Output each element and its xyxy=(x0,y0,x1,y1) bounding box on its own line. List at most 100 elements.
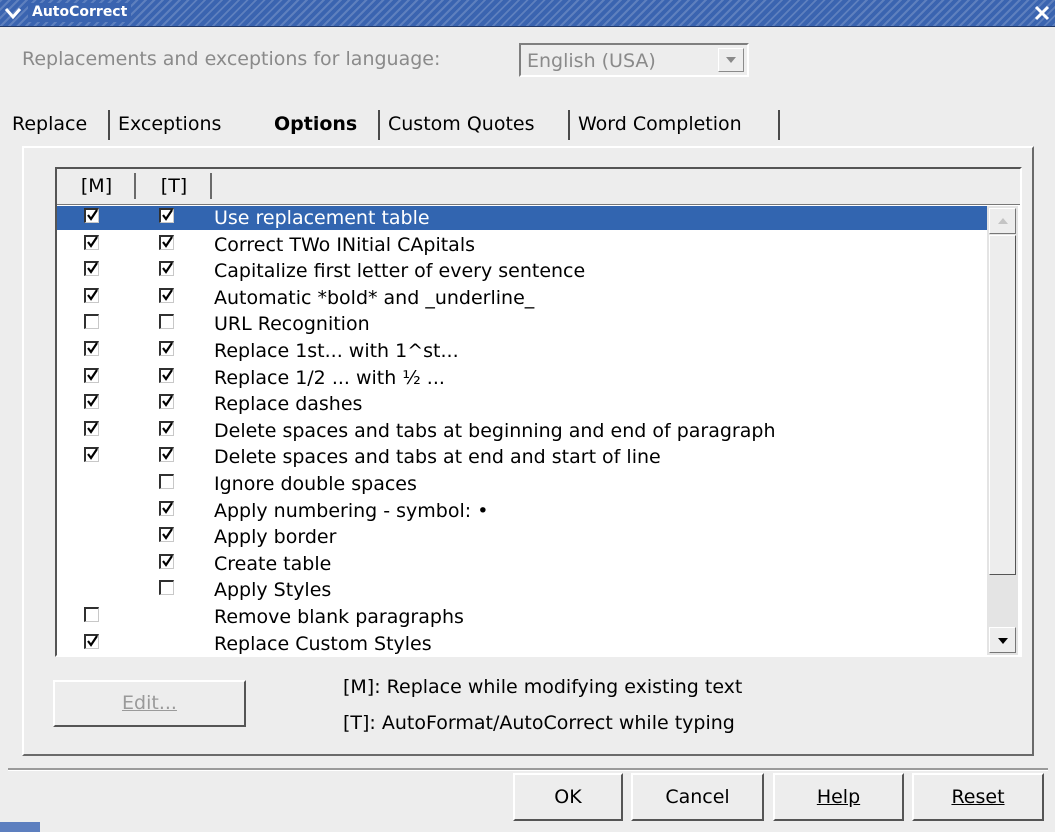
checkbox-modify[interactable] xyxy=(84,367,99,383)
checkbox-typing[interactable] xyxy=(159,500,174,516)
scroll-up-button[interactable] xyxy=(989,208,1016,234)
checkbox-typing[interactable] xyxy=(159,341,174,356)
check-icon xyxy=(87,448,98,461)
list-item-label: Delete spaces and tabs at end and start … xyxy=(214,446,661,469)
list-item[interactable]: Apply numbering - symbol: • xyxy=(57,499,987,525)
checkbox-modify[interactable] xyxy=(84,287,99,303)
checkbox-modify[interactable] xyxy=(84,607,99,622)
tab-exceptions[interactable]: Exceptions xyxy=(110,104,266,146)
checkbox-typing[interactable] xyxy=(159,474,174,489)
check-icon xyxy=(87,422,98,434)
list-item[interactable]: Remove blank paragraphs xyxy=(57,605,987,631)
list-item-label: Apply numbering - symbol: • xyxy=(214,499,489,522)
list-item-label: Capitalize first letter of every sentenc… xyxy=(214,260,586,283)
check-icon xyxy=(162,448,173,461)
list-item-label: Remove blank paragraphs xyxy=(214,606,464,628)
title-bar[interactable]: AutoCorrect xyxy=(0,0,1055,27)
check-icon xyxy=(87,368,98,381)
check-icon xyxy=(162,395,173,408)
list-item-label: Apply border xyxy=(214,526,337,549)
list-item[interactable]: Apply Styles xyxy=(57,578,987,604)
language-select[interactable]: English (USA) xyxy=(519,43,749,77)
checkbox-typing[interactable] xyxy=(159,234,174,250)
list-item[interactable]: Replace 1st... with 1^st... xyxy=(57,339,987,365)
checkbox-typing[interactable] xyxy=(159,394,174,410)
list-item-label: Delete spaces and tabs at beginning and … xyxy=(214,419,776,442)
check-icon xyxy=(87,209,98,221)
list-item[interactable]: Correct TWo INitial CApitals xyxy=(57,233,987,259)
list-item-label: Replace dashes xyxy=(214,393,363,416)
list-item[interactable]: Replace 1/2 ... with ½ ... xyxy=(57,366,987,392)
checkbox-modify[interactable] xyxy=(84,447,99,463)
window-title: AutoCorrect xyxy=(28,3,132,22)
chevron-down-icon[interactable] xyxy=(4,4,22,22)
ok-button[interactable]: OK xyxy=(513,773,623,821)
column-header-m[interactable]: [M] xyxy=(59,173,136,199)
list-item[interactable]: Ignore double spaces xyxy=(57,472,987,498)
list-item[interactable]: Capitalize first letter of every sentenc… xyxy=(57,259,987,285)
options-list[interactable]: [M] [T] Use replacement table Correct TWo… xyxy=(55,167,1022,657)
tab-replace[interactable]: Replace xyxy=(4,104,110,146)
check-icon xyxy=(87,395,98,408)
checkbox-modify[interactable] xyxy=(84,208,99,223)
tab-options[interactable]: Options xyxy=(266,104,380,146)
checkbox-modify[interactable] xyxy=(84,314,99,330)
list-item[interactable]: Create table xyxy=(57,552,987,578)
list-item[interactable]: Apply border xyxy=(57,525,987,551)
footer-divider xyxy=(8,768,1048,771)
cancel-button[interactable]: Cancel xyxy=(631,773,764,821)
list-item[interactable]: Use replacement table xyxy=(57,206,987,232)
list-item[interactable]: Delete spaces and tabs at beginning and … xyxy=(57,419,987,445)
checkbox-modify[interactable] xyxy=(84,633,99,649)
check-icon xyxy=(162,555,173,567)
checkbox-modify[interactable] xyxy=(84,420,99,436)
checkbox-typing[interactable] xyxy=(159,367,174,383)
chevron-down-icon[interactable] xyxy=(718,48,744,72)
list-item-label: Automatic *bold* and _underline_ xyxy=(214,286,535,309)
checkbox-typing[interactable] xyxy=(159,580,174,596)
language-value: English (USA) xyxy=(527,50,656,72)
list-item-label: Replace 1/2 ... with ½ ... xyxy=(214,366,445,389)
help-button[interactable]: Help xyxy=(773,773,904,821)
check-icon xyxy=(87,235,98,248)
checkbox-typing[interactable] xyxy=(159,287,174,303)
list-item-label: Ignore double spaces xyxy=(214,473,417,495)
checkbox-typing[interactable] xyxy=(159,447,174,463)
list-item-label: Apply Styles xyxy=(214,579,332,602)
checkbox-modify[interactable] xyxy=(84,261,99,277)
checkbox-typing[interactable] xyxy=(159,314,174,330)
check-icon xyxy=(87,342,98,354)
desktop-edge xyxy=(0,822,1055,832)
check-icon xyxy=(162,235,173,248)
check-icon xyxy=(87,262,98,275)
checkbox-typing[interactable] xyxy=(159,208,174,223)
checkbox-typing[interactable] xyxy=(159,420,174,436)
tab-custom-quotes[interactable]: Custom Quotes xyxy=(380,104,570,146)
checkbox-modify[interactable] xyxy=(84,394,99,410)
checkbox-typing[interactable] xyxy=(159,261,174,277)
list-item[interactable]: Replace dashes xyxy=(57,392,987,418)
list-item-label: Correct TWo INitial CApitals xyxy=(214,233,475,256)
check-icon xyxy=(87,289,98,301)
vertical-scrollbar[interactable] xyxy=(987,206,1018,655)
list-item[interactable]: Replace Custom Styles xyxy=(57,632,987,658)
list-item[interactable]: URL Recognition xyxy=(57,312,987,338)
close-icon[interactable] xyxy=(1031,2,1053,24)
edit-button[interactable]: Edit... xyxy=(53,680,246,727)
scroll-thumb[interactable] xyxy=(989,235,1016,575)
check-icon xyxy=(162,289,173,301)
list-item[interactable]: Automatic *bold* and _underline_ xyxy=(57,286,987,312)
column-header-t[interactable]: [T] xyxy=(138,173,212,199)
legend-m: [M]: Replace while modifying existing te… xyxy=(343,676,743,698)
reset-button[interactable]: Reset xyxy=(912,773,1044,821)
check-icon xyxy=(162,528,173,541)
list-item-label: URL Recognition xyxy=(214,313,370,336)
list-item[interactable]: Delete spaces and tabs at end and start … xyxy=(57,445,987,471)
checkbox-typing[interactable] xyxy=(159,553,174,569)
tab-word-completion[interactable]: Word Completion xyxy=(570,104,780,146)
scroll-down-button[interactable] xyxy=(989,627,1016,653)
check-icon xyxy=(162,262,173,275)
checkbox-modify[interactable] xyxy=(84,341,99,356)
checkbox-modify[interactable] xyxy=(84,234,99,250)
checkbox-typing[interactable] xyxy=(159,527,174,543)
